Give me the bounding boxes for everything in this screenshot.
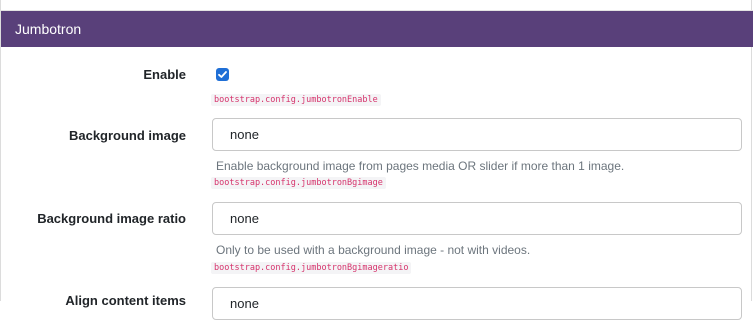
jumbotron-settings-panel: Jumbotron Enable bootstrap.config.jumbot… — [0, 0, 753, 320]
background-image-help: Enable background image from pages media… — [216, 159, 625, 173]
background-image-ratio-label: Background image ratio — [37, 211, 186, 226]
panel-header: Jumbotron — [1, 11, 753, 47]
enable-checkbox[interactable] — [216, 68, 229, 81]
panel-title: Jumbotron — [15, 21, 82, 37]
align-content-items-select[interactable]: none — [212, 287, 742, 320]
enable-label: Enable — [143, 67, 186, 82]
check-icon — [218, 71, 227, 78]
background-image-select[interactable]: none — [212, 118, 742, 151]
background-image-ratio-config-key: bootstrap.config.jumbotronBgimageratio — [211, 262, 412, 274]
background-image-config-key: bootstrap.config.jumbotronBgimage — [211, 177, 386, 189]
background-image-ratio-value: none — [230, 211, 259, 226]
background-image-ratio-select[interactable]: none — [212, 202, 742, 235]
background-image-label: Background image — [68, 128, 186, 143]
panel-top-divider — [1, 0, 753, 11]
align-content-items-value: none — [230, 296, 259, 311]
background-image-ratio-help: Only to be used with a background image … — [216, 243, 531, 257]
enable-config-key: bootstrap.config.jumbotronEnable — [211, 94, 381, 106]
background-image-value: none — [230, 127, 259, 142]
